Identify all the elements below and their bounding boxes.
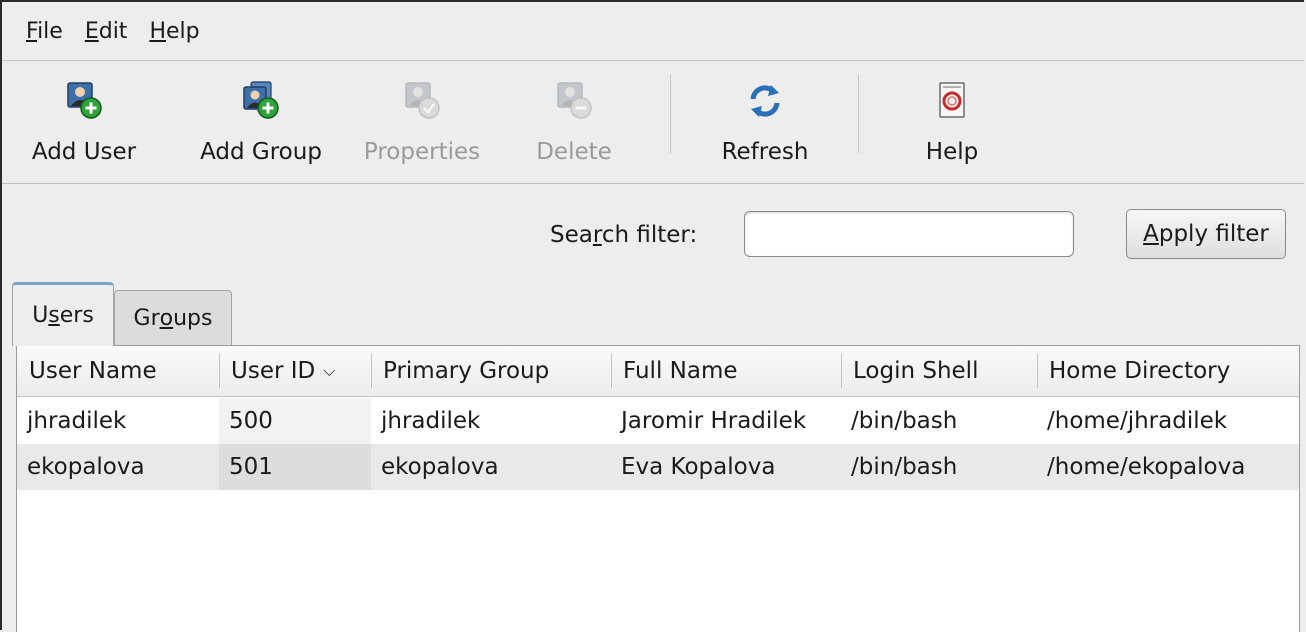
toolbar-separator — [858, 75, 859, 153]
add-group-label: Add Group — [200, 139, 322, 165]
refresh-icon — [745, 81, 785, 121]
column-header-home-directory[interactable]: Home Directory — [1037, 346, 1299, 396]
menu-help[interactable]: Help — [149, 19, 199, 44]
properties-button[interactable]: Properties — [354, 61, 490, 183]
refresh-label: Refresh — [721, 139, 809, 165]
add-group-button[interactable]: Add Group — [190, 61, 332, 183]
cell-user-name: jhradilek — [27, 408, 127, 434]
add-group-icon — [241, 81, 281, 121]
column-header-user-id[interactable]: User ID ⌵ — [219, 346, 371, 396]
chevron-down-icon: ⌵ — [323, 361, 336, 380]
delete-user-icon — [554, 81, 594, 121]
search-filter-input[interactable] — [744, 211, 1074, 257]
add-user-label: Add User — [31, 139, 137, 165]
toolbar: Add User Add Group Properties Delete Ref… — [2, 61, 1304, 184]
cell-user-name: ekopalova — [27, 454, 145, 480]
cell-primary-group: ekopalova — [381, 454, 499, 480]
cell-full-name: Jaromir Hradilek — [621, 408, 807, 434]
table-row[interactable]: jhradilek 500 jhradilek Jaromir Hradilek… — [17, 398, 1299, 444]
user-manager-window: File Edit Help Add User Add Group Proper… — [0, 0, 1304, 632]
delete-button[interactable]: Delete — [522, 61, 626, 183]
column-header-full-name[interactable]: Full Name — [611, 346, 841, 396]
add-user-icon — [64, 81, 104, 121]
properties-label: Properties — [363, 139, 481, 165]
table-header: User Name User ID ⌵ Primary Group Full Na… — [17, 346, 1299, 397]
tab-groups[interactable]: Gr o ups — [114, 290, 232, 346]
search-filter-label: Search filter: — [550, 222, 698, 248]
cell-user-id: 501 — [219, 444, 371, 490]
tab-users[interactable]: Us ers — [12, 282, 114, 346]
help-button[interactable]: Help — [910, 61, 994, 183]
menu-edit[interactable]: Edit — [85, 19, 128, 44]
menu-bar: File Edit Help — [2, 2, 1304, 61]
cell-full-name: Eva Kopalova — [621, 454, 776, 480]
cell-home-directory: /home/ekopalova — [1047, 454, 1246, 480]
column-header-primary-group[interactable]: Primary Group — [371, 346, 611, 396]
add-user-button[interactable]: Add User — [32, 61, 136, 183]
help-label: Help — [925, 139, 979, 165]
refresh-button[interactable]: Refresh — [710, 61, 820, 183]
cell-login-shell: /bin/bash — [851, 408, 958, 434]
apply-filter-button[interactable]: Apply filter — [1126, 209, 1286, 259]
cell-home-directory: /home/jhradilek — [1047, 408, 1228, 434]
menu-file[interactable]: File — [26, 19, 63, 44]
column-header-login-shell[interactable]: Login Shell — [841, 346, 1037, 396]
table-row[interactable]: ekopalova 501 ekopalova Eva Kopalova /bi… — [17, 444, 1299, 490]
cell-login-shell: /bin/bash — [851, 454, 958, 480]
help-lifebuoy-icon — [932, 81, 972, 121]
cell-user-id: 500 — [219, 398, 371, 444]
users-table: User Name User ID ⌵ Primary Group Full Na… — [16, 345, 1300, 632]
column-header-user-name[interactable]: User Name — [17, 346, 219, 396]
cell-primary-group: jhradilek — [381, 408, 481, 434]
properties-icon — [402, 81, 442, 121]
delete-label: Delete — [536, 139, 612, 165]
toolbar-separator — [670, 75, 671, 153]
